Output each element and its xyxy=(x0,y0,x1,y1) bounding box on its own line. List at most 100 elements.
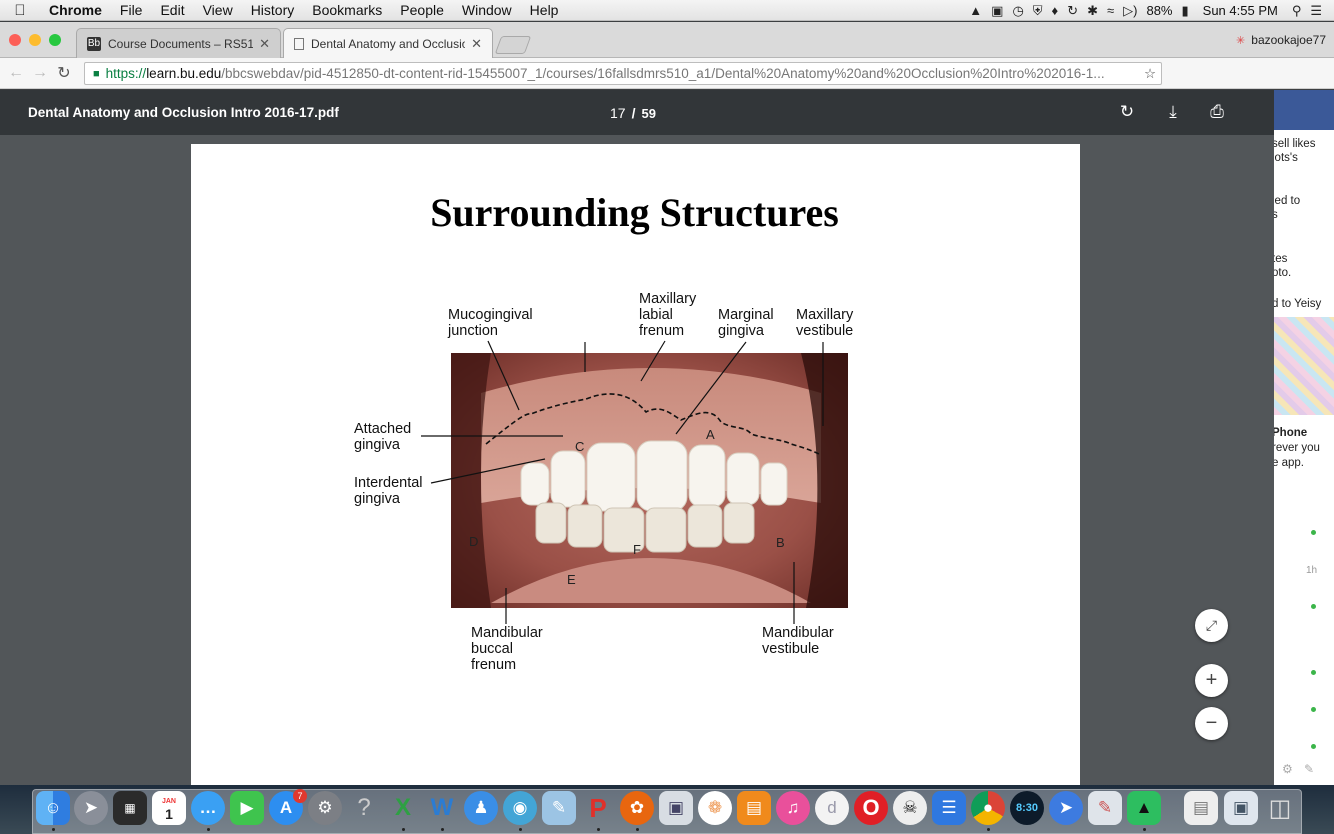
running-indicator xyxy=(1143,828,1146,831)
clock-app-icon[interactable]: 8:30 xyxy=(1010,791,1044,825)
finder-icon[interactable]: ☺ xyxy=(36,791,70,825)
new-tab-button[interactable] xyxy=(494,36,532,54)
tab-course-documents[interactable]: Bb Course Documents – RS510 A ✕ xyxy=(76,28,281,58)
evernote-icon[interactable]: ▲ xyxy=(1127,791,1161,825)
close-tab-icon[interactable]: ✕ xyxy=(471,36,482,52)
word-icon[interactable]: W xyxy=(425,791,459,825)
apple-menu-icon[interactable]:  xyxy=(0,2,40,19)
forward-button[interactable]: → xyxy=(28,61,52,85)
calendar-icon[interactable]: JAN 1 xyxy=(152,791,186,825)
menu-bookmarks[interactable]: Bookmarks xyxy=(303,2,391,18)
compose-icon[interactable]: ✎ xyxy=(1304,762,1314,776)
print-icon[interactable]: ⎙ xyxy=(1205,100,1229,124)
address-bar[interactable]: ■ https://learn.bu.edu/bbcswebdav/pid-45… xyxy=(84,62,1162,85)
notification-bell-icon[interactable]: ♦ xyxy=(1052,3,1059,18)
menu-app-name[interactable]: Chrome xyxy=(40,2,111,18)
profile-button[interactable]: ✳ bazookajoe77 xyxy=(1236,33,1326,47)
background-snippet: lots's xyxy=(1274,152,1298,164)
trash-icon[interactable]: ◫ xyxy=(1263,791,1297,825)
evernote-status-icon[interactable]: ▲ xyxy=(969,3,982,18)
background-window[interactable]: sell likes lots's ied to s tes oto. d to… xyxy=(1274,90,1334,785)
online-dot xyxy=(1311,604,1316,609)
photos-icon[interactable]: ❁ xyxy=(698,791,732,825)
current-page-input[interactable]: 17 xyxy=(610,105,626,121)
launchpad-icon[interactable]: ➤ xyxy=(74,791,108,825)
chrome-icon[interactable]: ● xyxy=(971,791,1005,825)
wifi-icon[interactable]: ≈ xyxy=(1107,3,1114,18)
background-snippet: sell likes xyxy=(1274,138,1316,150)
download-icon[interactable]: ⤓ xyxy=(1161,100,1185,124)
battery-icon[interactable]: ▮ xyxy=(1182,3,1189,19)
tab-strip: Bb Course Documents – RS510 A ✕ Dental A… xyxy=(0,22,1334,59)
letter-e: E xyxy=(567,572,576,587)
close-tab-icon[interactable]: ✕ xyxy=(259,36,270,52)
firefox-icon[interactable]: ✿ xyxy=(620,791,654,825)
shield-icon[interactable]: ⛨ xyxy=(1033,3,1043,19)
zoom-out-button[interactable]: − xyxy=(1195,707,1228,740)
alarm-icon[interactable]: ◷ xyxy=(1012,3,1023,19)
ibooks-icon[interactable]: ▤ xyxy=(737,791,771,825)
time-machine-icon[interactable]: ↻ xyxy=(1067,3,1078,19)
menu-file[interactable]: File xyxy=(111,2,152,18)
tab-dental-anatomy[interactable]: Dental Anatomy and Occlusion ✕ xyxy=(283,28,493,59)
menu-help[interactable]: Help xyxy=(521,2,568,18)
minimize-window-button[interactable] xyxy=(29,34,41,46)
network-icon[interactable]: ◉ xyxy=(503,791,537,825)
letter-a: A xyxy=(706,427,715,442)
letter-b: B xyxy=(776,535,785,550)
running-indicator xyxy=(207,828,210,831)
pencil-app-icon[interactable]: ✎ xyxy=(1088,791,1122,825)
volume-icon[interactable]: ▷) xyxy=(1123,3,1137,19)
page-separator: / xyxy=(631,104,636,121)
image-capture-icon[interactable]: ▣ xyxy=(659,791,693,825)
messages-icon[interactable]: … xyxy=(191,791,225,825)
acrobat-icon[interactable]: P xyxy=(581,791,615,825)
itunes-icon[interactable]: ♫ xyxy=(776,791,810,825)
fit-to-page-button[interactable]: ⤢ xyxy=(1195,609,1228,642)
background-snippet: tes xyxy=(1274,253,1288,265)
notes-list-icon[interactable]: ☰ xyxy=(932,791,966,825)
zoom-window-button[interactable] xyxy=(49,34,61,46)
rotate-icon[interactable]: ↻ xyxy=(1115,100,1139,124)
menubar-clock[interactable]: Sun 4:55 PM xyxy=(1203,3,1278,18)
system-preferences-icon[interactable]: ⚙ xyxy=(308,791,342,825)
downloads-stack-icon[interactable]: ▣ xyxy=(1224,791,1258,825)
lync-icon[interactable]: ♟ xyxy=(464,791,498,825)
help-icon[interactable]: ? xyxy=(347,791,381,825)
back-button[interactable]: ← xyxy=(4,61,28,85)
close-window-button[interactable] xyxy=(9,34,21,46)
facetime-icon[interactable]: ▶ xyxy=(230,791,264,825)
battery-percent[interactable]: 88% xyxy=(1146,3,1172,18)
label-mucogingival-junction: Mucogingival junction xyxy=(448,307,533,339)
safari-icon[interactable]: ➤ xyxy=(1049,791,1083,825)
background-snippet: s xyxy=(1274,209,1278,221)
preview-icon[interactable]: ✎ xyxy=(542,791,576,825)
notification-center-icon[interactable]: ☰ xyxy=(1310,3,1322,19)
label-maxillary-vestibule: Maxillary vestibule xyxy=(796,307,854,339)
status-app-icon[interactable]: ▣ xyxy=(991,3,1003,19)
menu-view[interactable]: View xyxy=(194,2,242,18)
menu-window[interactable]: Window xyxy=(453,2,521,18)
spotlight-search-icon[interactable]: ⚲ xyxy=(1292,3,1302,19)
menu-people[interactable]: People xyxy=(391,2,453,18)
opera-icon[interactable]: O xyxy=(854,791,888,825)
zoom-in-button[interactable]: + xyxy=(1195,664,1228,697)
online-dot xyxy=(1311,530,1316,535)
pdf-filename: Dental Anatomy and Occlusion Intro 2016-… xyxy=(28,105,339,120)
background-snippet: rever you xyxy=(1274,442,1320,454)
excel-icon[interactable]: X xyxy=(386,791,420,825)
reload-button[interactable]: ↻ xyxy=(52,61,76,85)
settings-gear-icon[interactable]: ⚙ xyxy=(1282,762,1293,776)
documents-stack-icon[interactable]: ▤ xyxy=(1184,791,1218,825)
menu-history[interactable]: History xyxy=(242,2,304,18)
bookmark-star-icon[interactable]: ☆ xyxy=(1139,66,1161,82)
menu-edit[interactable]: Edit xyxy=(151,2,193,18)
mission-control-icon[interactable]: ▦ xyxy=(113,791,147,825)
running-indicator xyxy=(597,828,600,831)
dictionary-icon[interactable]: d xyxy=(815,791,849,825)
bluetooth-icon[interactable]: ✱ xyxy=(1087,3,1098,19)
blackboard-icon: Bb xyxy=(87,36,101,51)
page-indicator: 17 / 59 xyxy=(610,105,656,121)
document-icon xyxy=(294,38,304,50)
skull-app-icon[interactable]: ☠ xyxy=(893,791,927,825)
